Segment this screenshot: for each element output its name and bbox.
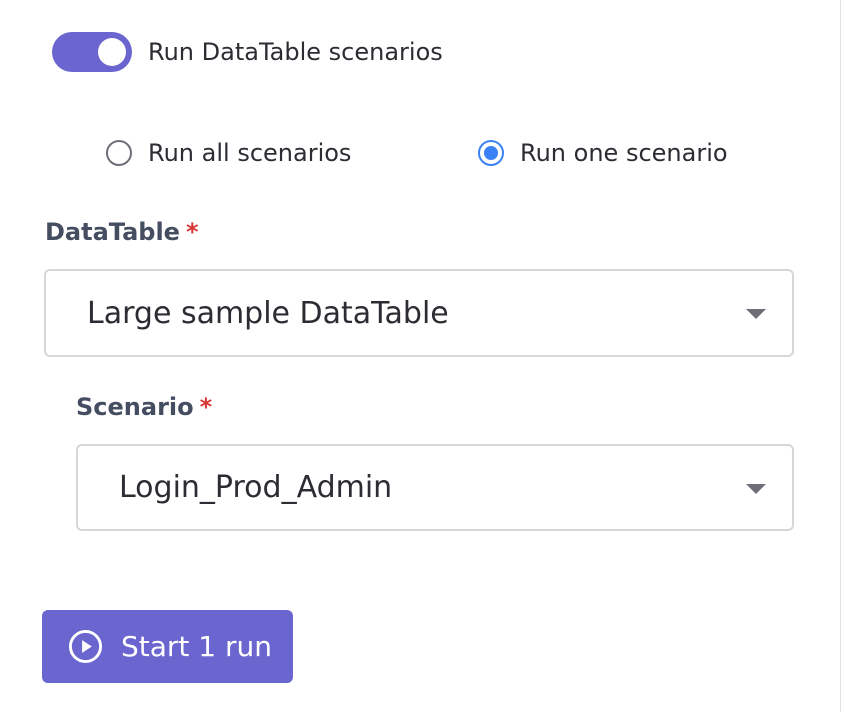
toggle-label: Run DataTable scenarios [148, 38, 443, 66]
scenario-label-text: Scenario [76, 393, 194, 421]
datatable-select-value: Large sample DataTable [87, 295, 449, 331]
scenario-select[interactable]: Login_Prod_Admin [76, 444, 794, 531]
toggle-knob [98, 38, 126, 66]
run-datatable-toggle[interactable] [52, 32, 132, 72]
scenario-select-value: Login_Prod_Admin [119, 470, 393, 505]
radio-label: Run one scenario [520, 139, 728, 167]
datatable-label-text: DataTable [45, 218, 180, 246]
radio-run-one-scenario[interactable]: Run one scenario [478, 138, 728, 168]
run-mode-radio-group: Run all scenarios Run one scenario [0, 138, 846, 168]
scenario-field-label: Scenario * [76, 393, 212, 421]
panel-divider [840, 0, 841, 712]
radio-unchecked-icon[interactable] [106, 140, 132, 166]
caret-down-icon[interactable] [746, 483, 766, 494]
radio-checked-icon[interactable] [478, 140, 504, 166]
required-asterisk: * [199, 393, 213, 421]
caret-down-icon[interactable] [746, 309, 766, 319]
datatable-field-label: DataTable * [45, 218, 199, 246]
datatable-select[interactable]: Large sample DataTable [44, 269, 794, 357]
radio-run-all-scenarios[interactable]: Run all scenarios [106, 138, 351, 168]
required-asterisk: * [185, 218, 199, 246]
radio-label: Run all scenarios [148, 139, 352, 167]
play-circle-icon [68, 629, 103, 664]
run-datatable-toggle-row: Run DataTable scenarios [52, 32, 443, 72]
start-run-label: Start 1 run [121, 630, 273, 663]
start-run-button[interactable]: Start 1 run [42, 610, 293, 683]
